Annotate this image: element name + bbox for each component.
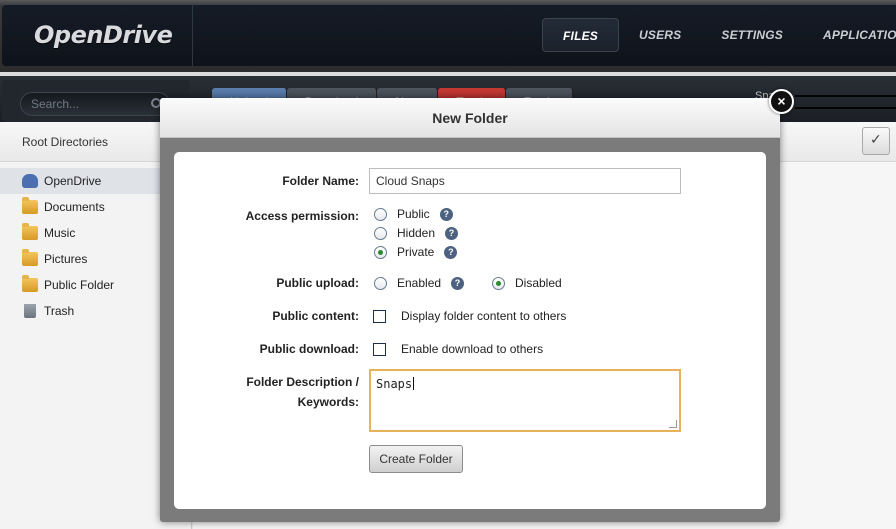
enabled-radio-label: Enabled (397, 276, 442, 290)
select-all-checkbox-icon[interactable] (862, 127, 890, 155)
public-content-option[interactable]: Display folder content to others (373, 309, 566, 323)
hidden-radio-label: Hidden (397, 226, 436, 240)
access-option-public[interactable]: Public ? (374, 207, 453, 221)
nav-settings[interactable]: SETTINGS (701, 18, 803, 52)
modal-title: New Folder (160, 98, 780, 138)
private-radio-label: Private (397, 245, 435, 259)
sidebar-item-label: Music (44, 226, 76, 240)
nav-users[interactable]: USERS (619, 18, 701, 52)
create-folder-button[interactable]: Create Folder (369, 445, 463, 473)
help-icon[interactable]: ? (445, 226, 459, 240)
search-placeholder: Search... (31, 97, 80, 111)
access-option-hidden[interactable]: Hidden ? (374, 226, 459, 240)
text-caret (413, 377, 415, 390)
enabled-radio[interactable] (374, 276, 387, 290)
public-download-label: Public download: (259, 342, 359, 356)
folder-icon (22, 197, 38, 214)
public-download-checkbox-label: Enable download to others (401, 342, 544, 356)
sidebar-item-label: Public Folder (44, 278, 115, 292)
public-content-label: Public content: (272, 309, 359, 323)
folder-icon (22, 249, 38, 266)
private-radio[interactable] (374, 245, 387, 259)
folder-icon (22, 275, 38, 292)
description-text: Snaps (376, 377, 413, 391)
folder-icon (22, 223, 38, 240)
upload-option-enabled[interactable]: Enabled ? (374, 276, 465, 290)
nav-files[interactable]: FILES (542, 18, 620, 52)
header-bar: OpenDrive FILES USERS SETTINGS APPLICATI… (2, 4, 896, 66)
logo[interactable]: OpenDrive (34, 21, 173, 49)
public-content-checkbox[interactable] (373, 309, 386, 323)
hidden-radio[interactable] (374, 226, 387, 240)
new-folder-form: Folder Name: Cloud Snaps Access permissi… (174, 152, 766, 509)
resize-grip-icon[interactable] (669, 420, 677, 428)
sidebar-item-label: OpenDrive (44, 174, 102, 188)
logo-cell: OpenDrive (2, 4, 193, 66)
search-input[interactable]: Search... (20, 92, 170, 116)
description-label-line2: Keywords: (297, 395, 359, 409)
folder-description-textarea[interactable]: Snaps (369, 369, 681, 432)
description-label-line1: Folder Description / (246, 375, 359, 389)
disabled-radio-label: Disabled (515, 276, 562, 290)
top-header: OpenDrive FILES USERS SETTINGS APPLICATI… (0, 0, 896, 72)
sidebar-item-label: Trash (44, 304, 75, 318)
cloud-icon (22, 174, 38, 188)
public-radio[interactable] (374, 207, 387, 221)
trash-icon (24, 304, 36, 318)
public-content-checkbox-label: Display folder content to others (401, 309, 567, 323)
space-meter (795, 95, 896, 109)
public-radio-label: Public (397, 207, 430, 221)
close-icon[interactable]: × (769, 89, 794, 114)
disabled-radio[interactable] (492, 276, 505, 290)
public-download-option[interactable]: Enable download to others (373, 342, 543, 356)
sidebar-item-label: Pictures (44, 252, 88, 266)
help-icon[interactable]: ? (444, 245, 458, 259)
main-nav: FILES USERS SETTINGS APPLICATIONS (542, 18, 896, 52)
folder-name-label: Folder Name: (282, 174, 359, 188)
help-icon[interactable]: ? (451, 276, 465, 290)
sidebar-item-label: Documents (44, 200, 105, 214)
folder-name-input[interactable]: Cloud Snaps (369, 168, 681, 194)
public-upload-label: Public upload: (276, 276, 359, 290)
help-icon[interactable]: ? (439, 207, 453, 221)
nav-applications[interactable]: APPLICATIONS (803, 18, 896, 52)
access-permission-label: Access permission: (245, 209, 359, 223)
access-option-private[interactable]: Private ? (374, 245, 458, 259)
upload-option-disabled[interactable]: Disabled (492, 276, 562, 290)
public-download-checkbox[interactable] (373, 342, 386, 356)
